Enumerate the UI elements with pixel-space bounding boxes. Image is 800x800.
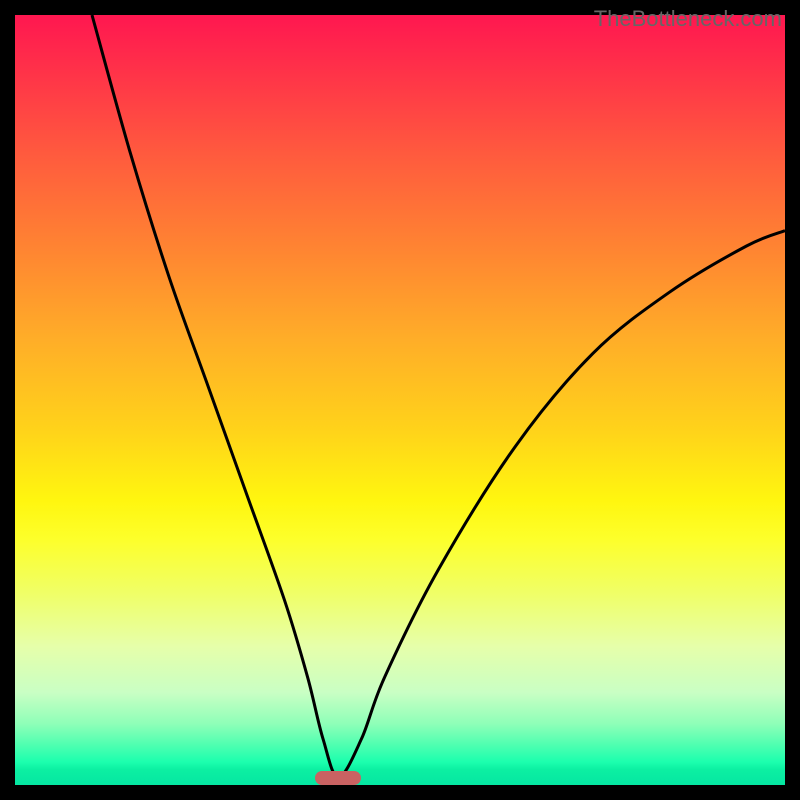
optimum-marker (315, 771, 361, 785)
bottleneck-curve (92, 15, 785, 777)
plot-area (15, 15, 785, 785)
watermark-text: TheBottleneck.com (594, 6, 782, 32)
curve-svg (15, 15, 785, 785)
